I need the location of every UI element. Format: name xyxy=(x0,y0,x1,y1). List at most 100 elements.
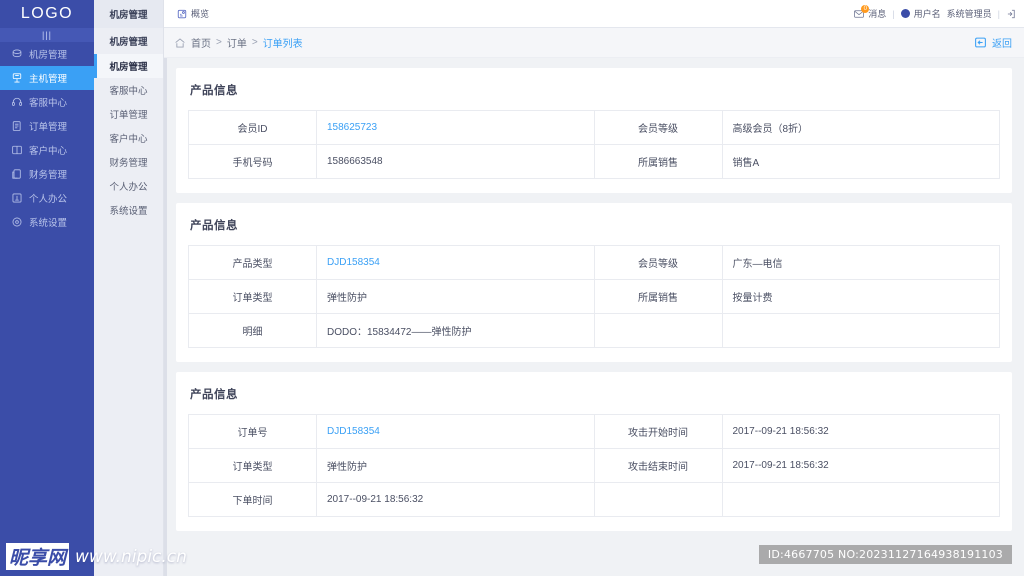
secondary-sidebar-list: 机房管理 机房管理 客服中心 订单管理 客户中心 财务管理 个人办公 系统设置 xyxy=(94,28,163,222)
row-label-left: 产品类型 xyxy=(188,245,317,280)
row-label-left: 订单类型 xyxy=(188,279,317,314)
order-icon xyxy=(10,120,23,133)
table-row: 订单类型 弹性防护 所属销售 按量计费 xyxy=(188,279,1000,314)
logout-icon[interactable] xyxy=(1006,9,1016,19)
breadcrumb-separator-1: > xyxy=(251,37,258,48)
user-menu[interactable]: 用户名 xyxy=(900,7,941,20)
row-value-right: 2017--09-21 18:56:32 xyxy=(721,414,1000,449)
row-value-right-empty xyxy=(721,482,1000,517)
topbar-separator-2: | xyxy=(997,8,1000,19)
sidebar-item-5[interactable]: 财务管理 xyxy=(0,162,94,186)
row-label-left: 订单号 xyxy=(188,414,317,449)
row-value-right: 按量计费 xyxy=(721,279,1000,314)
messages-label: 消息 xyxy=(868,9,887,19)
secondary-sidebar-item-3[interactable]: 客户中心 xyxy=(94,126,163,150)
row-value-left: 弹性防护 xyxy=(316,448,595,483)
row-label-left: 手机号码 xyxy=(188,144,317,179)
finance-icon xyxy=(10,168,23,181)
table-row: 下单时间 2017--09-21 18:56:32 xyxy=(188,482,1000,517)
row-value-left: 弹性防护 xyxy=(316,279,595,314)
row-value-right: 广东—电信 xyxy=(721,245,1000,280)
secondary-sidebar-item-6[interactable]: 系统设置 xyxy=(94,198,163,222)
tab-overview[interactable]: 概览 xyxy=(170,5,215,22)
info-table: 会员ID 158625723 会员等级 高级会员（8折） 手机号码 1586663548 所… xyxy=(188,110,1000,179)
settings-icon xyxy=(10,216,23,229)
sidebar-item-0[interactable]: 机房管理 xyxy=(0,42,94,66)
breadcrumb-bar: 首页 > 订单 > 订单列表 返回 xyxy=(164,28,1024,58)
row-label-right: 所属销售 xyxy=(593,279,723,314)
sidebar-item-6[interactable]: 个人办公 xyxy=(0,186,94,210)
row-value-right: 2017--09-21 18:56:32 xyxy=(721,448,1000,483)
sidebar-nav-list: 机房管理主机管理客服中心订单管理客户中心财务管理个人办公系统设置 xyxy=(0,42,94,234)
sidebar-item-3[interactable]: 订单管理 xyxy=(0,114,94,138)
breadcrumb-item-2: 订单列表 xyxy=(262,39,303,50)
table-row: 订单号 DJD158354 攻击开始时间 2017--09-21 18:56:32 xyxy=(188,414,1000,449)
secondary-sidebar-item-5[interactable]: 个人办公 xyxy=(94,174,163,198)
info-card: 产品信息会员ID 158625723 会员等级 高级会员（8折） 手机号码 1586663… xyxy=(176,68,1012,193)
secondary-sidebar-header: 机房管理 xyxy=(94,0,163,28)
row-label-right-empty xyxy=(593,482,723,517)
app-root: LOGO ||| 机房管理 主机管理 客服中心 订单管理 客户中心 财务管理 个人办公 系统设… xyxy=(0,0,1024,576)
logo-subbar-label: ||| xyxy=(41,29,52,40)
secondary-sidebar: 机房管理 机房管理 机房管理 客服中心 订单管理 客户中心 财务管理 个人办公 系统设置 xyxy=(94,0,164,576)
primary-sidebar: LOGO ||| 机房管理主机管理客服中心订单管理客户中心财务管理个人办公系统设… xyxy=(0,0,94,576)
breadcrumb-item-1[interactable]: 订单 xyxy=(227,35,247,50)
overview-icon xyxy=(176,8,187,19)
sidebar-item-2[interactable]: 客服中心 xyxy=(0,90,94,114)
card-title: 产品信息 xyxy=(190,220,238,232)
breadcrumb-item-0[interactable]: 首页 xyxy=(191,35,211,50)
user-role: 系统管理员 xyxy=(946,9,992,19)
messages-badge: 0 xyxy=(861,4,870,13)
secondary-sidebar-item-2[interactable]: 订单管理 xyxy=(94,102,163,126)
secondary-sidebar-item-4[interactable]: 财务管理 xyxy=(94,150,163,174)
tab-overview-label: 概览 xyxy=(191,9,210,19)
table-row: 产品类型 DJD158354 会员等级 广东—电信 xyxy=(188,245,1000,280)
topbar-separator-1: | xyxy=(892,8,895,19)
logo-subbar: ||| xyxy=(0,28,94,42)
row-value-right-empty xyxy=(721,313,1000,348)
row-label-left: 明细 xyxy=(188,313,317,348)
table-row: 订单类型 弹性防护 攻击结束时间 2017--09-21 18:56:32 xyxy=(188,448,1000,483)
table-row: 手机号码 1586663548 所属销售 销售A xyxy=(188,144,1000,179)
card-title: 产品信息 xyxy=(190,85,238,97)
sidebar-item-4[interactable]: 客户中心 xyxy=(0,138,94,162)
back-arrow-icon xyxy=(974,36,987,49)
card-title: 产品信息 xyxy=(190,389,238,401)
cards-container: 产品信息会员ID 158625723 会员等级 高级会员（8折） 手机号码 1586663… xyxy=(176,68,1012,531)
row-value-right: 销售A xyxy=(721,144,1000,179)
info-table: 订单号 DJD158354 攻击开始时间 2017--09-21 18:56:32 订单… xyxy=(188,414,1000,517)
avatar xyxy=(900,9,910,18)
row-label-left: 下单时间 xyxy=(188,482,317,517)
sidebar-item-label: 财务管理 xyxy=(29,170,68,181)
row-value-left: DODO：15834472——弹性防护 xyxy=(316,313,595,348)
table-row: 明细 DODO：15834472——弹性防护 xyxy=(188,313,1000,348)
sidebar-item-label: 系统设置 xyxy=(29,218,68,229)
logo: LOGO xyxy=(20,5,74,22)
row-label-right: 所属销售 xyxy=(593,144,723,179)
sidebar-item-label: 主机管理 xyxy=(29,74,68,85)
row-value-left-link[interactable]: DJD158354 xyxy=(316,414,595,449)
sidebar-item-1[interactable]: 主机管理 xyxy=(0,66,94,90)
messages-button[interactable]: 0 消息 xyxy=(854,4,887,20)
info-table: 产品类型 DJD158354 会员等级 广东—电信 订单类型 弹性防护 所属销售 按量计费 明细… xyxy=(188,245,1000,348)
row-value-left-link[interactable]: DJD158354 xyxy=(316,245,595,280)
mail-icon-wrap: 0 xyxy=(854,4,870,19)
user-name: 用户名 xyxy=(913,9,941,19)
sidebar-item-label: 个人办公 xyxy=(29,194,68,205)
row-value-left-link[interactable]: 158625723 xyxy=(316,110,595,145)
row-label-right-empty xyxy=(593,313,723,348)
sidebar-item-label: 订单管理 xyxy=(29,122,68,133)
server-icon xyxy=(10,48,23,61)
secondary-sidebar-item-0[interactable]: 机房管理 xyxy=(94,54,163,78)
home-icon[interactable] xyxy=(174,37,186,49)
row-label-right: 攻击结束时间 xyxy=(593,448,723,483)
top-bar: 概览 0 消息 | 用户名 系统管理员 | xyxy=(164,0,1024,28)
row-label-right: 会员等级 xyxy=(593,245,723,280)
headset-icon xyxy=(10,96,23,109)
sidebar-item-7[interactable]: 系统设置 xyxy=(0,210,94,234)
row-label-right: 会员等级 xyxy=(593,110,723,145)
secondary-sidebar-item-1[interactable]: 客服中心 xyxy=(94,78,163,102)
back-button[interactable]: 返回 xyxy=(974,35,1012,50)
row-label-right: 攻击开始时间 xyxy=(593,414,723,449)
right-column: 概览 0 消息 | 用户名 系统管理员 | 首页 > 订单 > 订单列表 返回 … xyxy=(164,0,1024,576)
